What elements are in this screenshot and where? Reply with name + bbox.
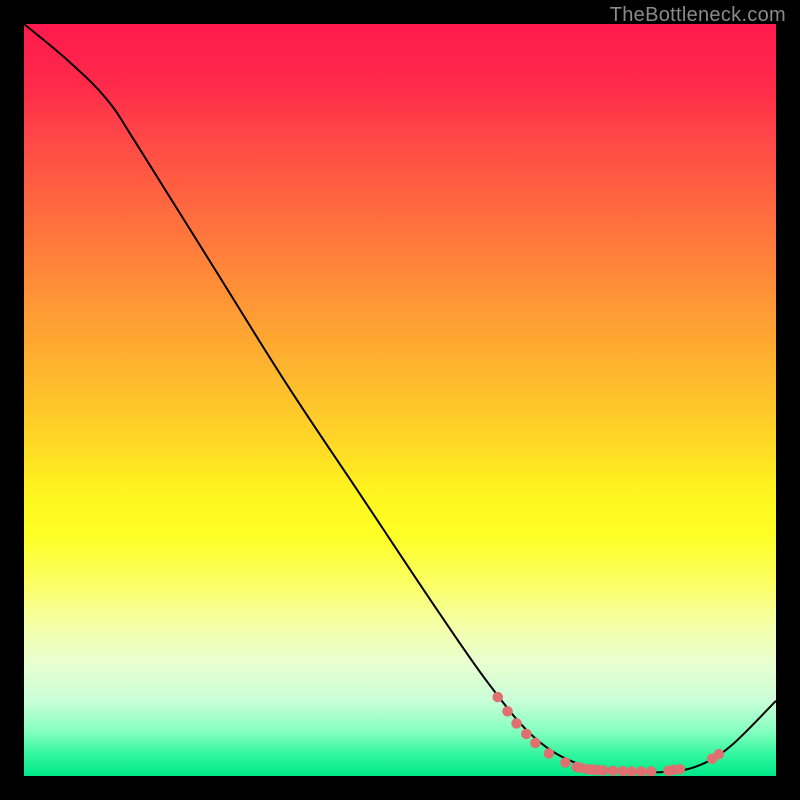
highlight-dot — [521, 729, 532, 740]
dots-layer — [24, 24, 776, 776]
highlight-dot — [544, 748, 555, 759]
highlight-dot — [636, 766, 647, 776]
watermark-text: TheBottleneck.com — [610, 4, 786, 27]
highlight-dot — [646, 766, 657, 776]
highlight-dot — [530, 738, 541, 749]
highlight-dot — [511, 718, 522, 729]
highlight-dot — [714, 749, 725, 760]
chart-stage: TheBottleneck.com — [0, 0, 800, 800]
highlight-dots — [492, 692, 724, 776]
highlight-dot — [626, 766, 637, 776]
plot-area — [24, 24, 776, 776]
highlight-dot — [608, 765, 619, 776]
highlight-dot — [617, 766, 628, 776]
highlight-dot — [674, 764, 685, 775]
highlight-dot — [502, 706, 513, 717]
highlight-dot — [598, 765, 609, 776]
highlight-dot — [560, 757, 571, 768]
highlight-dot — [492, 692, 503, 703]
